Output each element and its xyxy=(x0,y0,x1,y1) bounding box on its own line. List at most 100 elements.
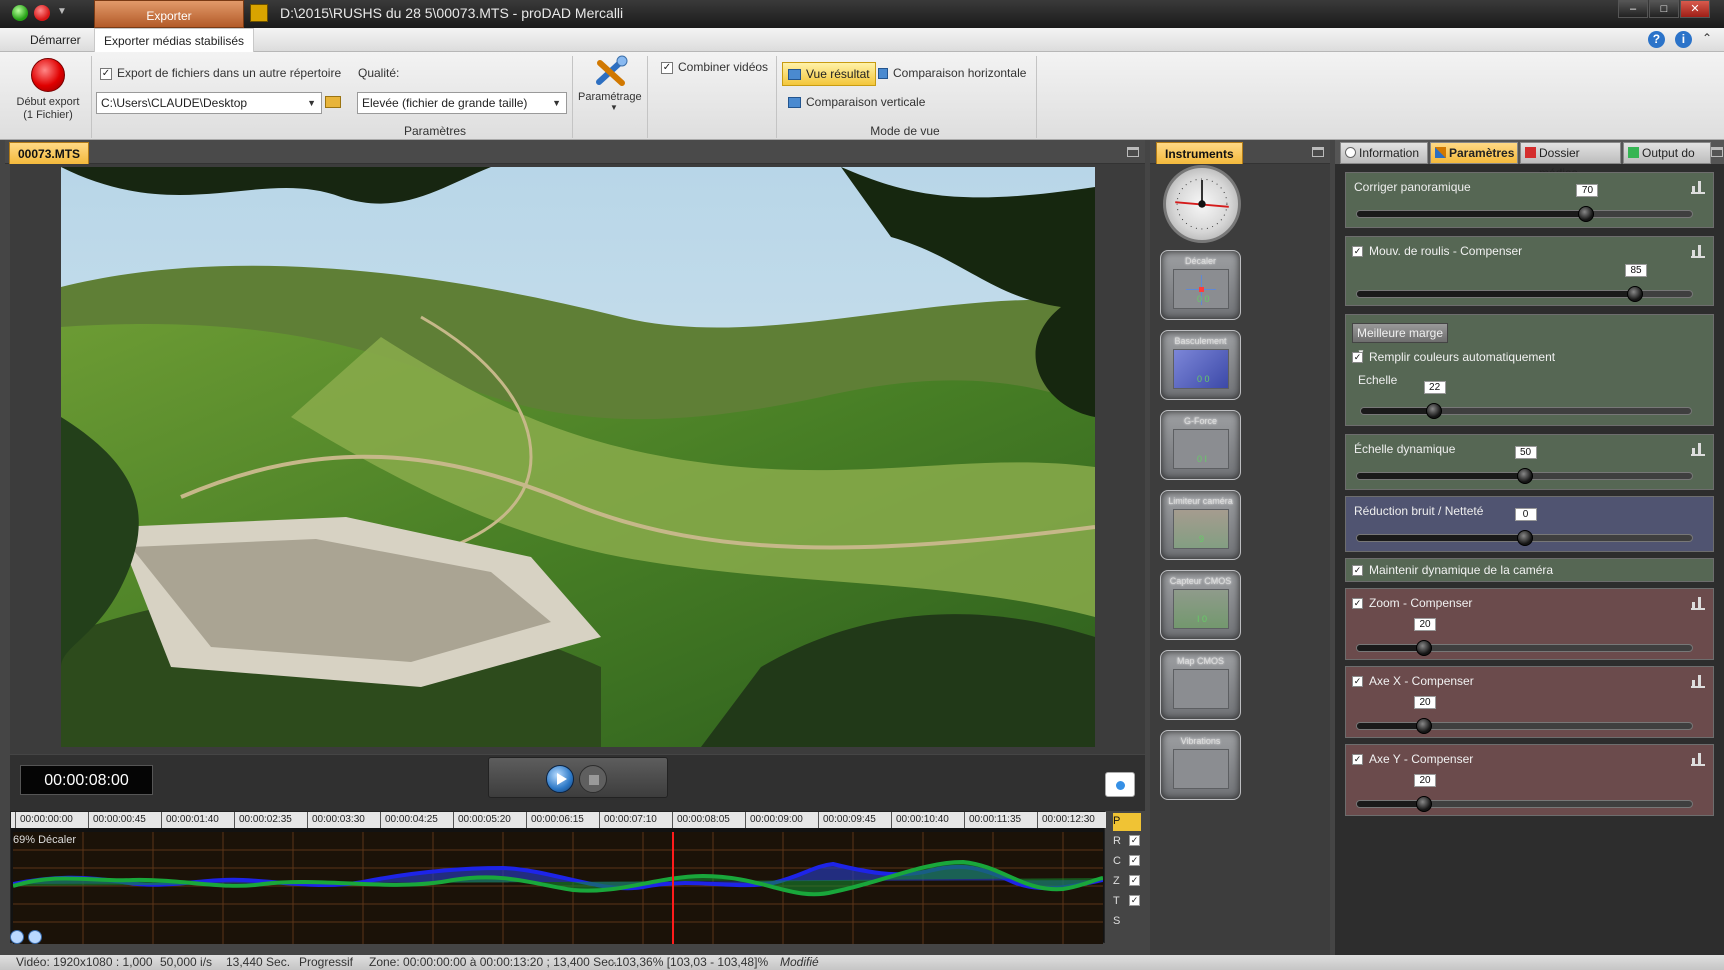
menu-export-stabilized[interactable]: Exporter médias stabilisés xyxy=(94,28,255,52)
timeline-channel-row[interactable]: C ✓ xyxy=(1113,853,1141,871)
noise-sharpness-slider[interactable]: 0 xyxy=(1356,508,1693,546)
roll-compensation-section: ✓ Mouv. de roulis - Compenser 85 xyxy=(1345,236,1714,306)
timeline-ruler[interactable]: 00:00:00:00 00:00:00:45 00:00:01:40 00:0… xyxy=(11,812,1106,828)
slider-fill xyxy=(1357,801,1424,807)
settings-tools-icon xyxy=(1435,147,1446,158)
instrument-cmos-map[interactable]: Map CMOS xyxy=(1160,650,1241,720)
noise-sharpness-label: Réduction bruit / Netteté xyxy=(1354,504,1484,518)
tab-media-folder[interactable]: Dossier médias xyxy=(1520,142,1621,180)
stabilization-graph[interactable] xyxy=(13,832,1103,944)
dynamic-scale-section: Échelle dynamique 50 xyxy=(1345,434,1714,490)
best-margin-dropdown[interactable]: Meilleure marge ▼ xyxy=(1352,323,1448,357)
parameter-tabs: Information Paramètres Dossier médias Ou… xyxy=(1335,140,1724,180)
slider-thumb[interactable]: 50 xyxy=(1514,446,1537,484)
maximize-panel-icon[interactable] xyxy=(1312,147,1324,157)
close-button[interactable]: ✕ xyxy=(1680,0,1710,18)
slider-fill xyxy=(1357,291,1636,297)
view-result-button[interactable]: Vue résultat xyxy=(782,62,876,86)
title-dropdown-icon[interactable]: ▼ xyxy=(57,6,67,17)
zoom-out-icon[interactable] xyxy=(28,930,42,944)
dynamic-scale-slider[interactable]: 50 xyxy=(1356,446,1693,484)
x-axis-compensation-checkbox[interactable]: ✓ xyxy=(1352,676,1363,687)
timeline-channel-row[interactable]: P xyxy=(1113,813,1141,831)
graph-bars-icon[interactable] xyxy=(1691,674,1705,688)
graph-bars-icon[interactable] xyxy=(1691,752,1705,766)
chevron-down-icon[interactable]: ▼ xyxy=(610,103,618,112)
instrument-shift[interactable]: Décaler 0 0 xyxy=(1160,250,1241,320)
y-axis-compensation-checkbox[interactable]: ✓ xyxy=(1352,754,1363,765)
tilt-readout: 0 0 xyxy=(1197,374,1210,384)
slider-thumb[interactable]: 85 xyxy=(1625,264,1648,302)
settings-label[interactable]: Paramétrage xyxy=(578,91,642,103)
maximize-button[interactable]: □ xyxy=(1649,0,1679,18)
record-marker-button[interactable] xyxy=(1105,772,1135,797)
tab-parameters[interactable]: Paramètres xyxy=(1430,142,1518,164)
auto-fill-colors-checkbox[interactable]: ✓ xyxy=(1352,352,1363,363)
slider-thumb[interactable]: 22 xyxy=(1423,381,1446,419)
slider-thumb[interactable]: 20 xyxy=(1414,696,1436,734)
instrument-camera-limiter[interactable]: Limiteur caméra 9 xyxy=(1160,490,1241,560)
settings-tools-icon[interactable] xyxy=(593,55,631,89)
minimize-button[interactable]: – xyxy=(1618,0,1648,18)
video-info: Vidéo: 1920x1080 : 1,000 xyxy=(16,955,153,969)
tab-information[interactable]: Information xyxy=(1340,142,1428,164)
graph-bars-icon[interactable] xyxy=(1691,596,1705,610)
duration: 13,440 Sec. xyxy=(226,955,291,969)
roll-compensation-checkbox[interactable]: ✓ xyxy=(1352,246,1363,257)
combine-videos-checkbox[interactable]: ✓ Combiner vidéos xyxy=(661,60,768,74)
scan-mode: Progressif xyxy=(299,955,354,969)
timeline-channel-row[interactable]: S xyxy=(1113,913,1141,931)
slider-thumb[interactable]: 20 xyxy=(1414,774,1436,812)
camera-limiter-readout: 9 xyxy=(1199,534,1205,544)
instrument-vibrations[interactable]: Vibrations xyxy=(1160,730,1241,800)
graph-bars-icon[interactable] xyxy=(1691,180,1705,194)
instrument-tilt[interactable]: Basculement 0 0 xyxy=(1160,330,1241,400)
graph-bars-icon[interactable] xyxy=(1691,244,1705,258)
speech-bubble-icon xyxy=(1345,147,1356,158)
export-other-directory-checkbox[interactable]: ✓ Export de fichiers dans un autre répert… xyxy=(100,66,341,80)
instrument-g-force[interactable]: G-Force 0 I xyxy=(1160,410,1241,480)
collapse-ribbon-icon[interactable]: ⌃ xyxy=(1702,31,1712,48)
margin-scale-section: Meilleure marge ▼ ✓ Remplir couleurs auto… xyxy=(1345,314,1714,426)
maintain-camera-dynamics-section: ✓ Maintenir dynamique de la caméra xyxy=(1345,558,1714,582)
zoom-compensation-slider[interactable]: 20 xyxy=(1356,618,1693,656)
timeline-channel-row[interactable]: R ✓ xyxy=(1113,833,1141,851)
horizontal-comparison-button[interactable]: Comparaison horizontale xyxy=(878,66,1026,80)
timeline-channel-row[interactable]: Z ✓ xyxy=(1113,873,1141,891)
timeline-graph[interactable]: 00:00:00:00 00:00:00:45 00:00:01:40 00:0… xyxy=(10,811,1106,944)
panoramic-correction-slider[interactable]: 70 xyxy=(1356,184,1693,222)
tab-output-folder[interactable]: Output do xyxy=(1623,142,1711,164)
quality-dropdown[interactable]: Elevée (fichier de grande taille) ▼ xyxy=(357,92,567,114)
cmos-readout: I 0 xyxy=(1197,614,1208,624)
x-axis-compensation-slider[interactable]: 20 xyxy=(1356,696,1693,734)
graph-bars-icon[interactable] xyxy=(1691,442,1705,456)
ribbon-toolbar: Début export (1 Fichier) ✓ Export de fich… xyxy=(0,52,1724,140)
app-green-button[interactable] xyxy=(12,5,28,21)
start-export-button[interactable]: Début export (1 Fichier) xyxy=(12,58,84,122)
vertical-comparison-button[interactable]: Comparaison verticale xyxy=(788,95,925,109)
roll-compensation-slider[interactable]: 85 xyxy=(1356,264,1693,302)
preview-file-tab[interactable]: 00073.MTS xyxy=(9,142,90,164)
play-button[interactable] xyxy=(546,765,574,793)
instrument-cmos-sensor[interactable]: Capteur CMOS I 0 xyxy=(1160,570,1241,640)
zoom-in-icon[interactable] xyxy=(10,930,24,944)
folder-icon[interactable] xyxy=(325,96,341,108)
app-red-button[interactable] xyxy=(34,5,50,21)
maintain-camera-dynamics-checkbox[interactable]: ✓ xyxy=(1352,565,1363,576)
stop-button[interactable] xyxy=(579,765,607,793)
slider-thumb[interactable]: 70 xyxy=(1576,184,1599,222)
slider-thumb[interactable]: 0 xyxy=(1514,508,1537,546)
instruments-tab[interactable]: Instruments xyxy=(1156,142,1243,164)
scale-slider[interactable]: 22 xyxy=(1360,381,1692,419)
maximize-panel-icon[interactable] xyxy=(1127,147,1139,157)
help-icon[interactable]: ? xyxy=(1647,31,1665,48)
slider-thumb[interactable]: 20 xyxy=(1414,618,1436,656)
exporter-tab[interactable]: Exporter xyxy=(94,0,244,28)
y-axis-compensation-slider[interactable]: 20 xyxy=(1356,774,1693,812)
timeline-channel-row[interactable]: T ✓ xyxy=(1113,893,1141,911)
export-path-dropdown[interactable]: C:\Users\CLAUDE\Desktop ▼ xyxy=(96,92,322,114)
zoom-compensation-checkbox[interactable]: ✓ xyxy=(1352,598,1363,609)
info-icon[interactable]: i xyxy=(1674,31,1692,48)
menu-start[interactable]: Démarrer xyxy=(30,28,81,52)
maximize-panel-icon[interactable] xyxy=(1711,147,1723,157)
